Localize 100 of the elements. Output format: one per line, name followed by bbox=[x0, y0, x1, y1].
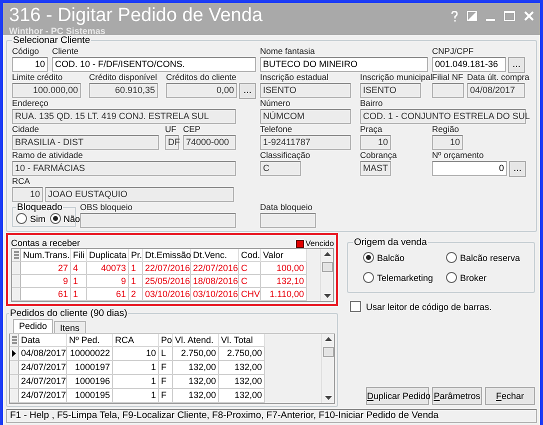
column-header[interactable]: Num.Trans. bbox=[21, 249, 71, 262]
text-field[interactable]: MAST bbox=[360, 161, 391, 176]
radio-button[interactable] bbox=[446, 252, 457, 263]
text-field[interactable]: C bbox=[260, 161, 301, 176]
radio-button[interactable] bbox=[50, 213, 60, 224]
text-field[interactable]: 60.910,35 bbox=[89, 83, 158, 98]
field-label: RCA bbox=[12, 176, 30, 187]
table-cell: 132,00 bbox=[173, 389, 219, 403]
table-cell: C bbox=[239, 275, 261, 288]
tab[interactable]: Pedido bbox=[13, 319, 54, 333]
lookup-button[interactable]: ... bbox=[509, 161, 526, 177]
table-cell: 132,00 bbox=[219, 389, 265, 403]
text-field[interactable]: COD. 10 - F/DF/ISENTO/CONS. bbox=[52, 57, 256, 72]
table-row[interactable]: 27 4 40073 1 22/07/2016 22/07/2016 C 100,00 bbox=[12, 262, 320, 275]
text-field[interactable]: 10 bbox=[12, 187, 43, 202]
table-cell: 132,10 bbox=[261, 275, 307, 288]
scroll-thumb[interactable] bbox=[322, 262, 332, 272]
text-field[interactable]: BRASILIA - DIST bbox=[12, 135, 159, 150]
scroll-thumb[interactable] bbox=[322, 347, 334, 357]
table-cell: 61 bbox=[87, 288, 129, 301]
field-label: CNPJ/CPF bbox=[432, 46, 474, 57]
table-cell: 9 bbox=[21, 275, 71, 288]
text-field[interactable]: 0,00 bbox=[166, 83, 237, 98]
table-row[interactable]: 9 1 9 1 25/05/2016 18/08/2016 C 132,10 bbox=[12, 275, 320, 288]
text-field[interactable]: 001.049.181-36 bbox=[432, 57, 506, 72]
field-label: Nº orçamento bbox=[432, 150, 484, 161]
table-cell: 25/05/2016 bbox=[143, 275, 191, 288]
text-field[interactable]: ISENTO bbox=[260, 83, 351, 98]
field-label: UF bbox=[165, 124, 176, 135]
scrollbar[interactable] bbox=[320, 249, 333, 301]
column-header[interactable]: Dt.Emissão bbox=[143, 249, 191, 262]
group-title: Bloqueado bbox=[16, 202, 64, 213]
column-header[interactable]: Vl. Atend. bbox=[173, 334, 219, 347]
tab[interactable]: Itens bbox=[54, 321, 86, 333]
column-header[interactable]: Vl. Total bbox=[219, 334, 265, 347]
scroll-down-icon[interactable] bbox=[324, 294, 330, 298]
table-cell: 22/07/2016 bbox=[143, 262, 191, 275]
lookup-button[interactable]: ... bbox=[508, 57, 525, 73]
scrollbar[interactable] bbox=[321, 334, 334, 403]
text-field[interactable]: 1-92411787 bbox=[260, 135, 351, 150]
table-cell: 40073 bbox=[87, 262, 129, 275]
text-field[interactable]: JOAO EUSTAQUIO bbox=[45, 187, 234, 202]
scroll-up-icon[interactable] bbox=[324, 337, 332, 341]
column-header[interactable]: Fili bbox=[71, 249, 87, 262]
text-field[interactable]: 74000-000 bbox=[183, 135, 236, 150]
text-field[interactable]: 10 bbox=[432, 135, 463, 150]
row-indicator[interactable] bbox=[10, 347, 19, 361]
column-header[interactable]: Po bbox=[159, 334, 173, 347]
column-header[interactable]: Valor bbox=[261, 249, 307, 262]
column-header[interactable]: Duplicata bbox=[87, 249, 129, 262]
text-field[interactable] bbox=[432, 83, 464, 98]
field-label: Praça bbox=[360, 124, 382, 135]
text-field[interactable]: NÚMCOM bbox=[260, 109, 351, 124]
text-field[interactable] bbox=[80, 213, 236, 228]
column-header[interactable]: Data bbox=[19, 334, 67, 347]
radio-button[interactable] bbox=[446, 272, 457, 283]
table-cell: 18/08/2016 bbox=[191, 275, 239, 288]
table-cell: 100,00 bbox=[261, 262, 307, 275]
field-label: Filial NF bbox=[432, 72, 464, 83]
action-button[interactable]: Parâmetros bbox=[432, 387, 482, 405]
text-field[interactable]: 10 bbox=[360, 135, 391, 150]
text-field[interactable]: 100.000,00 bbox=[12, 83, 81, 98]
action-button[interactable]: Duplicar Pedido bbox=[366, 387, 429, 405]
radio-label: Broker bbox=[460, 272, 487, 282]
text-field[interactable]: DF bbox=[165, 135, 179, 150]
field-label: Classificação bbox=[260, 150, 310, 161]
column-header[interactable]: Nº Ped. bbox=[67, 334, 113, 347]
radio-button[interactable] bbox=[16, 213, 27, 224]
scroll-down-icon[interactable] bbox=[324, 396, 332, 400]
table-cell: 1 bbox=[129, 262, 143, 275]
text-field[interactable]: 04/08/2017 bbox=[467, 83, 525, 98]
table-cell: 132,00 bbox=[173, 361, 219, 375]
table-cell: 1000195 bbox=[67, 389, 113, 403]
table-cell: 1 bbox=[113, 361, 159, 375]
scroll-up-icon[interactable] bbox=[324, 252, 330, 256]
checkbox[interactable] bbox=[350, 301, 361, 312]
table-cell: F bbox=[159, 375, 173, 389]
text-field[interactable]: 0 bbox=[432, 161, 507, 176]
text-field[interactable]: 10 bbox=[12, 57, 48, 72]
action-button[interactable]: Fechar bbox=[485, 387, 535, 405]
field-label: Código bbox=[12, 46, 39, 57]
column-chooser-icon[interactable] bbox=[12, 336, 16, 344]
column-header[interactable]: Pr. bbox=[129, 249, 143, 262]
column-chooser-icon[interactable] bbox=[14, 251, 18, 259]
status-bar: F1 - Help , F5-Limpa Tela, F9-Localizar Cliente, F8-Proximo, F7-Anterior, F10-Iniciar Pedido de Venda bbox=[6, 409, 537, 423]
table-cell: 1 bbox=[129, 275, 143, 288]
table-row[interactable]: 61 1 61 2 03/10/2016 03/10/2016 CHV 1.110,00 bbox=[12, 288, 320, 301]
column-header[interactable]: Dt.Venc. bbox=[191, 249, 239, 262]
text-field[interactable]: 10 - FARMÁCIAS bbox=[12, 161, 236, 176]
radio-button[interactable] bbox=[363, 272, 374, 283]
text-field[interactable]: ISENTO bbox=[360, 83, 421, 98]
lookup-button[interactable]: ... bbox=[239, 83, 256, 99]
radio-button[interactable] bbox=[363, 252, 374, 263]
column-header[interactable]: RCA bbox=[113, 334, 159, 347]
field-label: Limite crédito bbox=[12, 72, 63, 83]
column-header[interactable]: Cod. bbox=[239, 249, 261, 262]
field-label: Nome fantasia bbox=[260, 46, 315, 57]
text-field[interactable]: RUA. 135 QD. 15 LT. 419 CONJ. ESTRELA SUL bbox=[12, 109, 236, 124]
text-field[interactable] bbox=[260, 213, 316, 228]
text-field[interactable]: BUTECO DO MINEIRO bbox=[260, 57, 428, 72]
